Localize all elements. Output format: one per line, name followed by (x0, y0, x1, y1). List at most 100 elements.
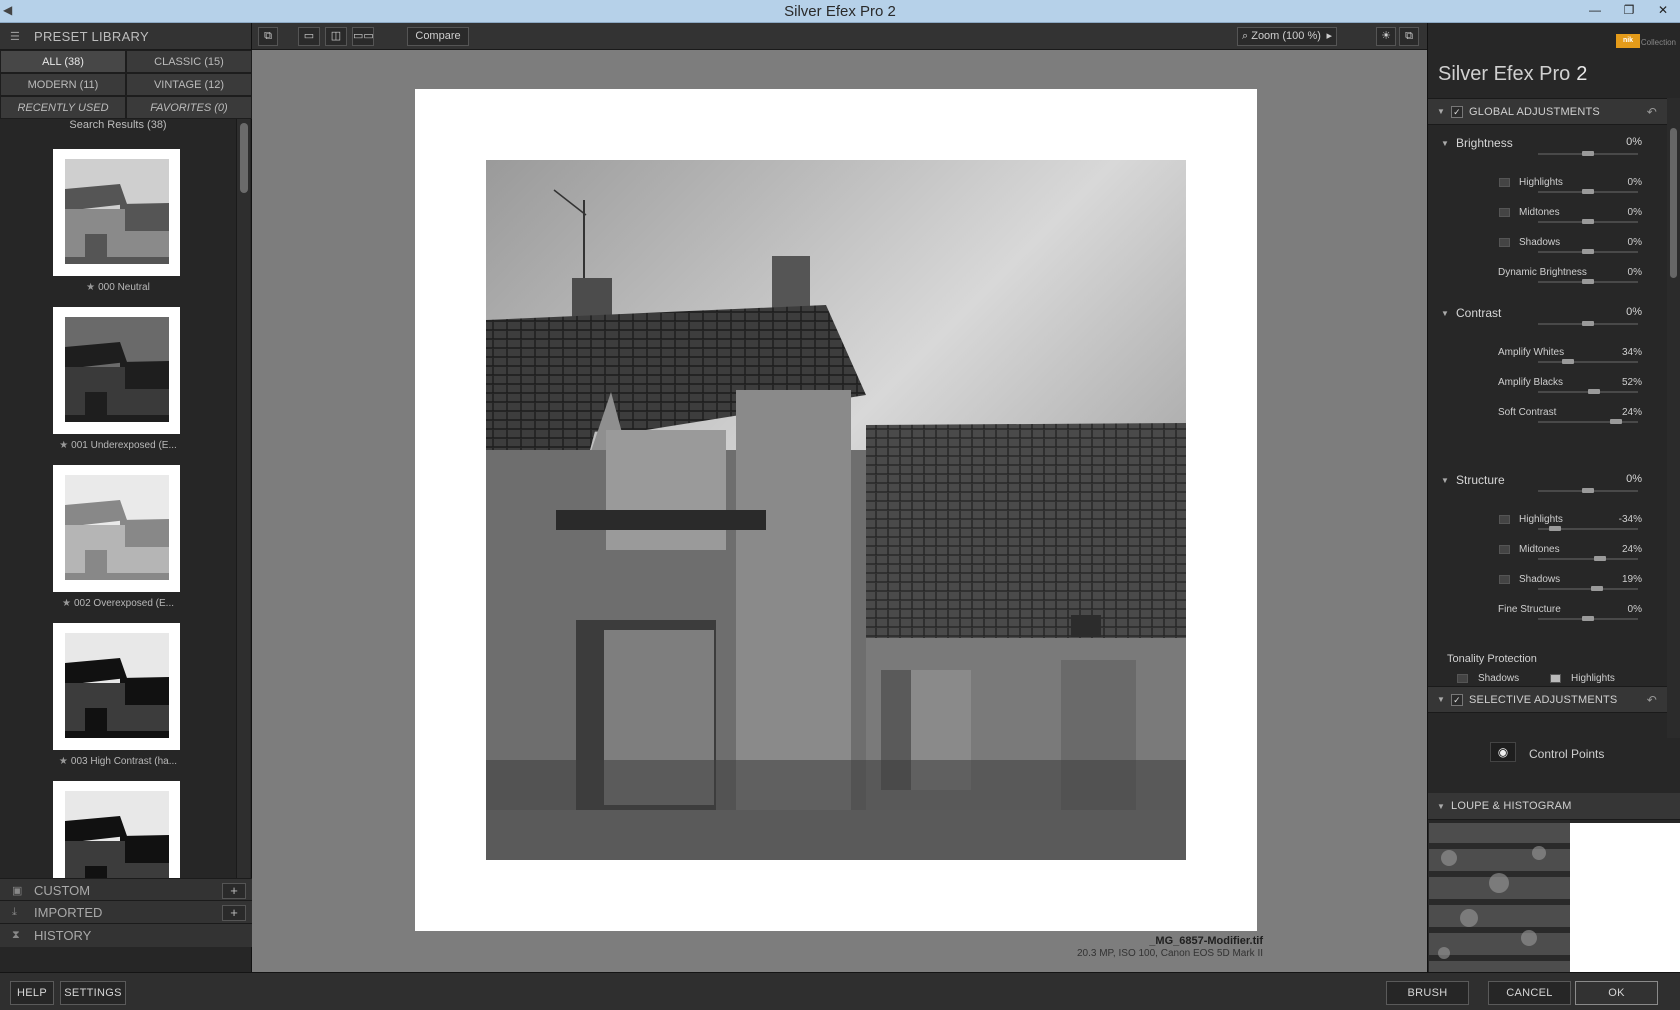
close-button[interactable]: ✕ (1646, 0, 1680, 22)
brand-area: nik Collection Silver Efex Pro 2 (1428, 23, 1680, 98)
tone-swatch-icon[interactable] (1499, 238, 1510, 247)
tonality-shadows-toggle[interactable]: Shadows (1457, 673, 1519, 684)
collapse-triangle-icon[interactable]: ▼ (1437, 802, 1447, 811)
add-preset-button[interactable]: + (222, 905, 246, 921)
slider-knob[interactable] (1562, 359, 1574, 364)
favorite-star-icon[interactable]: ★ (59, 440, 68, 451)
minimize-button[interactable]: — (1578, 0, 1612, 22)
brush-button[interactable]: BRUSH (1386, 981, 1469, 1005)
slider-knob[interactable] (1610, 419, 1622, 424)
sub-adjustment-slider[interactable] (1538, 189, 1638, 194)
collection-imported[interactable]: ⤓ IMPORTED + (0, 900, 252, 924)
preset-tab[interactable]: CLASSIC (15) (126, 50, 252, 73)
sub-adjustment-slider[interactable] (1538, 249, 1638, 254)
tone-swatch-icon[interactable] (1499, 208, 1510, 217)
compare-button[interactable]: Compare (407, 27, 469, 46)
global-adjustments-checkbox[interactable]: ✓ (1451, 105, 1463, 118)
selective-adjustments-checkbox[interactable]: ✓ (1451, 693, 1463, 706)
loupe-histogram-header[interactable]: ▼ LOUPE & HISTOGRAM (1428, 793, 1680, 820)
toggle-right-panel-button[interactable]: ⧉ (1399, 27, 1419, 46)
photo-preview[interactable] (486, 160, 1186, 860)
collapse-triangle-icon[interactable]: ▼ (1441, 476, 1449, 485)
collapse-triangle-icon[interactable]: ▼ (1441, 309, 1449, 318)
favorite-star-icon[interactable]: ★ (86, 282, 95, 293)
preset-thumbnail[interactable]: ★ 002 Overexposed (E... (0, 465, 236, 623)
tone-swatch-icon[interactable] (1499, 545, 1510, 554)
help-button[interactable]: HELP (10, 981, 54, 1005)
preset-thumbnail[interactable]: ★ 000 Neutral (0, 149, 236, 307)
slider-knob[interactable] (1582, 616, 1594, 621)
sub-adjustment-name: Shadows (1519, 574, 1561, 585)
scroll-thumb[interactable] (1670, 128, 1677, 278)
tone-swatch-icon[interactable] (1499, 575, 1510, 584)
loupe-view[interactable] (1429, 823, 1680, 972)
single-view-button[interactable]: ▭ (298, 27, 320, 46)
collapse-triangle-icon[interactable]: ▼ (1437, 107, 1447, 116)
sub-adjustment-slider[interactable] (1538, 359, 1638, 364)
preset-tab[interactable]: RECENTLY USED (0, 96, 126, 119)
sub-adjustment-slider[interactable] (1538, 526, 1638, 531)
slider-knob[interactable] (1582, 249, 1594, 254)
scroll-thumb[interactable] (240, 123, 248, 193)
slider-knob[interactable] (1582, 321, 1594, 326)
sub-adjustment-slider[interactable] (1538, 219, 1638, 224)
split-view-button[interactable]: ◫ (325, 27, 347, 46)
adjustments-scrollbar[interactable] (1667, 98, 1680, 738)
preset-preview-image (65, 159, 169, 264)
preset-tab[interactable]: FAVORITES (0) (126, 96, 252, 119)
selective-adjustments-header[interactable]: ▼ ✓ SELECTIVE ADJUSTMENTS ↶ (1428, 686, 1667, 713)
group-slider[interactable] (1538, 321, 1638, 326)
cancel-button[interactable]: CANCEL (1488, 981, 1571, 1005)
toggle-left-panel-button[interactable]: ⧉ (258, 27, 278, 46)
restore-button[interactable]: ❐ (1612, 0, 1646, 22)
file-info: _MG_6857-Modifier.tif 20.3 MP, ISO 100, … (1077, 935, 1263, 959)
slider-knob[interactable] (1588, 389, 1600, 394)
add-control-point-button[interactable]: ◉ (1490, 742, 1516, 762)
sub-adjustment-slider[interactable] (1538, 556, 1638, 561)
collapse-triangle-icon[interactable]: ▼ (1441, 139, 1449, 148)
add-preset-button[interactable]: + (222, 883, 246, 899)
sub-adjustment-slider[interactable] (1538, 586, 1638, 591)
preset-tab[interactable]: ALL (38) (0, 50, 126, 73)
slider-knob[interactable] (1582, 189, 1594, 194)
tonality-highlights-toggle[interactable]: Highlights (1550, 673, 1615, 684)
preset-tab[interactable]: MODERN (11) (0, 73, 126, 96)
slider-knob[interactable] (1549, 526, 1561, 531)
zoom-button[interactable]: ⌕ Zoom (100 %) ▸ (1237, 27, 1337, 46)
collapse-triangle-icon[interactable]: ▼ (1437, 695, 1447, 704)
slider-knob[interactable] (1582, 151, 1594, 156)
sub-adjustment-slider[interactable] (1538, 389, 1638, 394)
favorite-star-icon[interactable]: ★ (59, 756, 68, 767)
favorite-star-icon[interactable]: ★ (62, 598, 71, 609)
group-slider[interactable] (1538, 488, 1638, 493)
sub-adjustment-slider[interactable] (1538, 616, 1638, 621)
slider-knob[interactable] (1591, 586, 1603, 591)
reset-arrow-icon[interactable]: ↶ (1647, 105, 1657, 119)
adjustments-panel: nik Collection Silver Efex Pro 2 ▼ ✓ GLOB… (1427, 23, 1680, 972)
collection-history[interactable]: ⧗ HISTORY (0, 923, 252, 947)
slider-knob[interactable] (1582, 488, 1594, 493)
preset-library-header[interactable]: ☰ PRESET LIBRARY (0, 23, 251, 50)
slider-knob[interactable] (1594, 556, 1606, 561)
slider-knob[interactable] (1582, 279, 1594, 284)
collection-custom[interactable]: ▣ CUSTOM + (0, 878, 252, 902)
preset-tab[interactable]: VINTAGE (12) (126, 73, 252, 96)
tone-swatch-icon[interactable] (1499, 178, 1510, 187)
reset-arrow-icon[interactable]: ↶ (1647, 693, 1657, 707)
preset-list-scrollbar[interactable] (236, 119, 250, 899)
preset-thumbnail[interactable]: ★ 001 Underexposed (E... (0, 307, 236, 465)
global-adjustments-header[interactable]: ▼ ✓ GLOBAL ADJUSTMENTS ↶ (1428, 98, 1667, 125)
sub-adjustment-slider[interactable] (1538, 419, 1638, 424)
background-light-button[interactable]: ☀ (1376, 27, 1396, 46)
slider-knob[interactable] (1582, 219, 1594, 224)
image-preview-area[interactable]: _MG_6857-Modifier.tif 20.3 MP, ISO 100, … (252, 50, 1427, 972)
preset-thumbnail[interactable]: ★ 003 High Contrast (ha... (0, 623, 236, 781)
settings-button[interactable]: SETTINGS (60, 981, 126, 1005)
sub-adjustment-slider[interactable] (1538, 279, 1638, 284)
ok-button[interactable]: OK (1575, 981, 1658, 1005)
side-by-side-view-button[interactable]: ▭▭ (352, 27, 374, 46)
group-slider[interactable] (1538, 151, 1638, 156)
shadows-swatch-icon (1457, 673, 1468, 683)
file-name: _MG_6857-Modifier.tif (1149, 935, 1263, 947)
tone-swatch-icon[interactable] (1499, 515, 1510, 524)
